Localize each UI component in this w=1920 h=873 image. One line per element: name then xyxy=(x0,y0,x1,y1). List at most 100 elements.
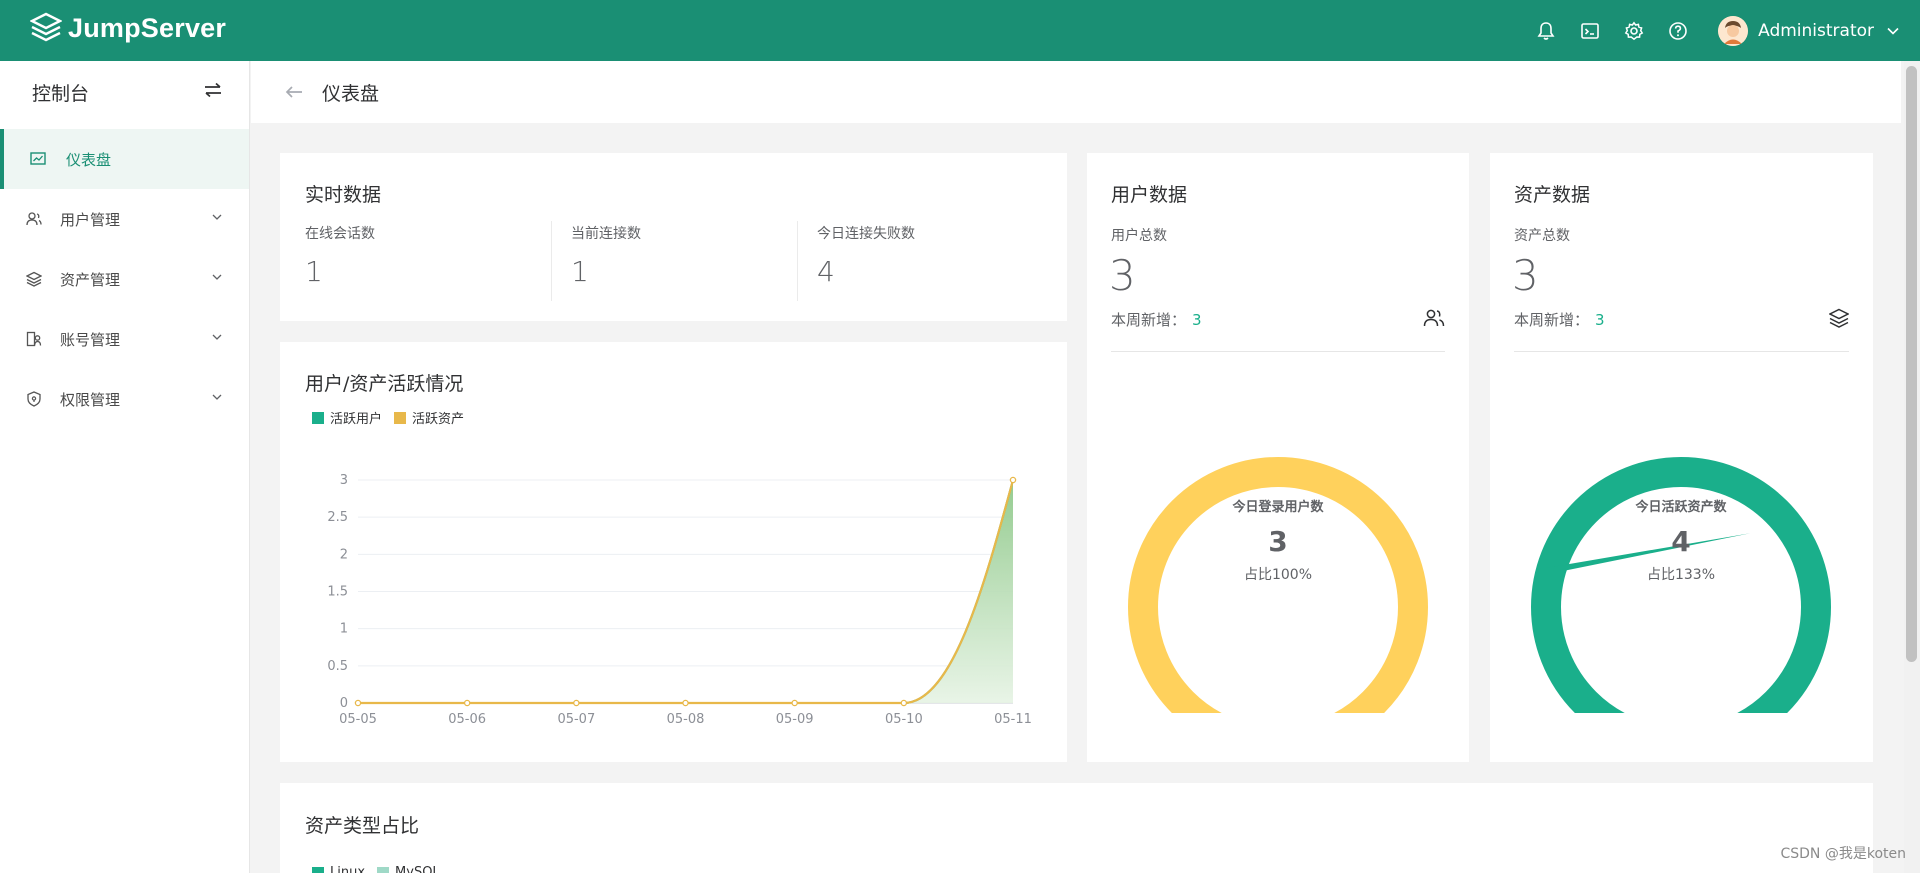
weekly-label: 本周新增： xyxy=(1514,311,1590,329)
y-tick-label: 3 xyxy=(340,473,348,488)
settings-gear-icon[interactable] xyxy=(1612,0,1656,61)
y-tick-label: 2 xyxy=(340,547,348,562)
stat-label: 当前连接数 xyxy=(571,226,641,242)
username: Administrator xyxy=(1758,20,1874,41)
y-tick-label: 0.5 xyxy=(327,659,348,674)
donut-label: 今日活跃资产数 xyxy=(1635,500,1727,515)
legend-swatch xyxy=(394,411,407,424)
sidebar-item-permissions[interactable]: 权限管理 xyxy=(0,369,249,429)
y-tick-label: 2.5 xyxy=(327,510,348,525)
web-terminal-icon[interactable] xyxy=(1568,0,1612,61)
donut-percentage: 占比100% xyxy=(1243,567,1313,583)
chevron-down-icon xyxy=(212,394,222,400)
weekly-value: 3 xyxy=(1595,311,1605,329)
card-title: 资产类型占比 xyxy=(305,815,420,837)
x-tick-label: 05-09 xyxy=(776,712,814,727)
data-point[interactable] xyxy=(1009,476,1017,484)
card-title: 实时数据 xyxy=(305,184,382,206)
donut-center-text: 今日活跃资产数 4 占比133% xyxy=(1581,496,1781,584)
legend-label: MySQL xyxy=(395,865,440,873)
data-point[interactable] xyxy=(682,699,689,707)
back-arrow-icon[interactable] xyxy=(284,84,304,100)
notification-bell-icon[interactable] xyxy=(1524,0,1568,61)
divider xyxy=(1111,351,1445,352)
x-tick-label: 05-08 xyxy=(667,712,705,727)
dashboard-icon xyxy=(30,151,46,167)
stat-label: 在线会话数 xyxy=(305,226,375,242)
asset-type-ratio-card: 资产类型占比 Linux MySQL xyxy=(280,783,1873,873)
activity-chart-card: 0 0.5 1 1.5 2 2.5 3 05-05 05-06 05-07 05-08 05-09 05… xyxy=(280,342,1067,762)
total-value: 3 xyxy=(1512,251,1539,300)
legend-item-linux[interactable]: Linux xyxy=(312,865,365,873)
sidebar-item-label: 账号管理 xyxy=(60,330,121,349)
weekly-new: 本周新增： 3 xyxy=(1111,309,1202,330)
stat-current-connections: 当前连接数 1 xyxy=(571,223,641,301)
legend-item-active-users[interactable]: 活跃用户 xyxy=(312,408,382,427)
data-point[interactable] xyxy=(900,699,908,707)
x-tick-label: 05-07 xyxy=(557,712,595,727)
donut-value: 4 xyxy=(1671,525,1691,558)
realtime-data-card: 实时数据 在线会话数 1 当前连接数 1 今日连接失败数 4 xyxy=(280,153,1067,321)
avatar xyxy=(1718,15,1749,46)
legend-swatch xyxy=(312,866,324,873)
page-header: 仪表盘 xyxy=(251,61,1901,123)
page-scrollbar-thumb[interactable] xyxy=(1906,66,1917,662)
sidebar-item-dashboard[interactable]: 仪表盘 xyxy=(0,129,249,189)
sidebar-item-label: 权限管理 xyxy=(60,390,121,409)
help-question-icon[interactable] xyxy=(1656,0,1700,61)
data-point[interactable] xyxy=(354,699,362,707)
donut-center-text: 今日登录用户数 3 占比100% xyxy=(1178,496,1378,584)
sidebar-item-accounts[interactable]: 账号管理 xyxy=(0,309,249,369)
weekly-label: 本周新增： xyxy=(1111,311,1187,329)
stat-value: 1 xyxy=(571,255,589,288)
watermark: CSDN @我是koten xyxy=(1780,846,1906,862)
data-point[interactable] xyxy=(573,699,580,707)
chevron-down-icon xyxy=(1887,27,1899,35)
user-data-card: 用户数据 用户总数 3 本周新增： 3 今日登录用户数 3 占比100% xyxy=(1087,153,1469,762)
donut-value: 3 xyxy=(1268,525,1288,558)
legend-item-active-assets[interactable]: 活跃资产 xyxy=(394,408,464,427)
chevron-down-icon xyxy=(212,214,222,220)
shield-icon xyxy=(26,391,42,407)
legend-swatch xyxy=(377,866,390,873)
chevron-down-icon xyxy=(212,334,222,340)
card-title: 用户/资产活跃情况 xyxy=(305,373,464,395)
card-title: 资产数据 xyxy=(1514,184,1591,206)
assets-layers-icon xyxy=(26,271,42,287)
activity-chart: 0 0.5 1 1.5 2 2.5 3 05-05 05-06 05-07 05-08 05-09 05… xyxy=(327,473,1032,727)
total-value: 3 xyxy=(1109,251,1136,300)
stat-value: 4 xyxy=(817,255,835,288)
accounts-icon xyxy=(26,331,42,347)
chart-legend: 活跃用户 活跃资产 xyxy=(312,408,476,427)
divider xyxy=(1514,351,1849,352)
chart-legend: Linux MySQL xyxy=(312,865,452,873)
x-tick-label: 05-05 xyxy=(339,712,377,727)
divider xyxy=(551,221,552,301)
sidebar-item-label: 仪表盘 xyxy=(66,150,112,169)
sidebar-item-assets[interactable]: 资产管理 xyxy=(0,249,249,309)
chevron-down-icon xyxy=(212,274,222,280)
sidebar-title: 控制台 xyxy=(32,82,90,105)
weekly-new: 本周新增： 3 xyxy=(1514,309,1605,330)
sidebar-item-users[interactable]: 用户管理 xyxy=(0,189,249,249)
stat-label: 今日连接失败数 xyxy=(817,226,915,242)
total-label: 用户总数 xyxy=(1111,228,1167,244)
brand-logo[interactable]: JumpServer xyxy=(30,12,226,44)
user-menu[interactable]: Administrator xyxy=(1718,15,1900,46)
data-point[interactable] xyxy=(791,699,798,707)
y-tick-label: 1 xyxy=(340,622,348,637)
asset-data-card: 资产数据 资产总数 3 本周新增： 3 今日活跃资产数 4 占比133% xyxy=(1490,153,1873,762)
data-point[interactable] xyxy=(463,699,471,707)
switch-view-icon[interactable] xyxy=(203,82,223,102)
donut-percentage: 占比133% xyxy=(1646,567,1716,583)
legend-item-mysql[interactable]: MySQL xyxy=(377,865,440,873)
donut-label: 今日登录用户数 xyxy=(1232,500,1324,515)
weekly-value: 3 xyxy=(1192,311,1202,329)
card-title: 用户数据 xyxy=(1111,184,1188,206)
stat-value: 1 xyxy=(305,255,323,288)
y-tick-label: 1.5 xyxy=(327,585,348,600)
page-title: 仪表盘 xyxy=(322,82,380,105)
users-icon xyxy=(1423,308,1445,332)
x-tick-label: 05-10 xyxy=(885,712,923,727)
sidebar-item-label: 用户管理 xyxy=(60,210,121,229)
